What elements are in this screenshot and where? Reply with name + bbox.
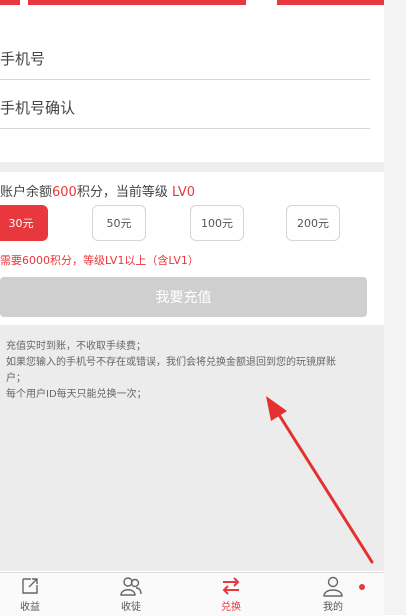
note-line: 如果您输入的手机号不存在或错误，我们会将兑换金额退回到您的玩镜屏账 <box>6 357 336 368</box>
tab-exchange[interactable]: 兑换 <box>201 575 261 615</box>
phone-field-label: 手机号 <box>0 50 46 68</box>
phone-confirm-field-label: 手机号确认 <box>0 99 76 117</box>
side-margin <box>384 0 406 615</box>
profile-icon <box>323 576 343 597</box>
tab-earnings[interactable]: 收益 <box>0 575 60 615</box>
note-line: 充值实时到账，不收取手续费； <box>6 341 146 352</box>
notification-dot <box>359 584 365 590</box>
notes-panel: 充值实时到账，不收取手续费； 如果您输入的手机号不存在或错误，我们会将兑换金额退… <box>0 325 384 571</box>
requirement-text: 需要6000积分，等级LV1以上（含LV1） <box>0 254 199 267</box>
top-bar-accent-left <box>0 0 20 5</box>
bottom-tab-bar: 收益 收徒 兑换 我的 <box>0 572 384 616</box>
earnings-icon <box>22 578 38 594</box>
balance-info: 账户余额600积分，当前等级 LV0 <box>0 181 195 200</box>
phone-field[interactable]: 手机号 <box>0 33 370 80</box>
tab-exchange-label: 兑换 <box>221 602 241 613</box>
balance-points: 600 <box>52 185 77 200</box>
top-app-bar <box>0 0 384 8</box>
top-bar-accent-right <box>277 0 384 5</box>
exchange-icon <box>222 577 240 595</box>
tab-apprentice[interactable]: 收徒 <box>101 575 161 615</box>
amount-button-100[interactable]: 100元 <box>190 205 244 241</box>
top-bar-accent-middle <box>28 0 246 5</box>
note-line: 户； <box>6 373 26 384</box>
tab-profile[interactable]: 我的 <box>303 575 363 615</box>
tab-apprentice-label: 收徒 <box>121 602 141 613</box>
section-divider <box>0 162 384 172</box>
recharge-button[interactable]: 我要充值 <box>0 277 367 317</box>
amount-button-30[interactable]: 30元 <box>0 205 48 241</box>
note-line: 每个用户ID每天只能兑换一次； <box>6 389 147 400</box>
phone-confirm-field[interactable]: 手机号确认 <box>0 82 370 129</box>
amount-button-200[interactable]: 200元 <box>286 205 340 241</box>
balance-level: LV0 <box>172 185 195 200</box>
amount-button-50[interactable]: 50元 <box>92 205 146 241</box>
balance-middle: 积分，当前等级 <box>76 185 168 200</box>
balance-prefix: 账户余额 <box>0 185 53 200</box>
tab-profile-label: 我的 <box>323 602 343 613</box>
tab-earnings-label: 收益 <box>20 602 40 613</box>
apprentice-icon <box>120 577 142 596</box>
